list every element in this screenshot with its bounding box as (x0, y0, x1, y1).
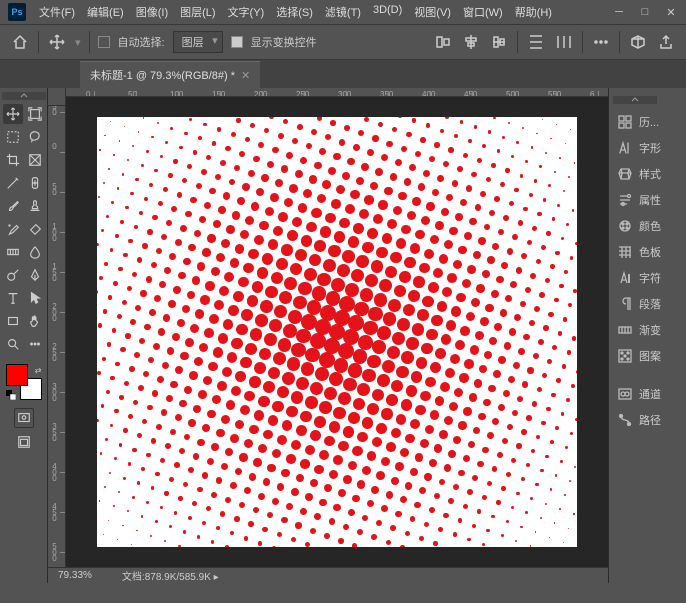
panel-glyphs[interactable]: 字形 (613, 136, 682, 160)
show-transform-checkbox[interactable] (231, 36, 243, 48)
menu-edit[interactable]: 编辑(E) (82, 1, 129, 23)
menu-filter[interactable]: 滤镜(T) (320, 1, 366, 23)
eraser-tool[interactable] (25, 219, 45, 239)
hand-tool[interactable] (25, 311, 45, 331)
align-icon-3[interactable] (489, 32, 509, 52)
artboard (97, 117, 577, 547)
menu-select[interactable]: 选择(S) (271, 1, 318, 23)
edit-toolbar[interactable] (25, 334, 45, 354)
pen-tool[interactable] (25, 265, 45, 285)
align-icon-1[interactable] (433, 32, 453, 52)
panel-properties[interactable]: 属性 (613, 188, 682, 212)
panel-paragraph[interactable]: 段落 (613, 292, 682, 316)
tab-close-icon[interactable]: ✕ (241, 69, 250, 82)
panel-gradients[interactable]: 渐变 (613, 318, 682, 342)
halftone-pattern (97, 117, 577, 547)
align-icon-2[interactable] (461, 32, 481, 52)
history-brush-tool[interactable] (3, 219, 23, 239)
eyedropper-tool[interactable] (3, 173, 23, 193)
canvas-area: 0501001502002503003504004505005506 50050… (48, 88, 608, 583)
move-tool-icon[interactable] (47, 32, 67, 52)
minimize-button[interactable]: ─ (612, 6, 626, 19)
doc-size[interactable]: 文档:878.9K/585.9K ▸ (122, 568, 219, 583)
panel-color[interactable]: 颜色 (613, 214, 682, 238)
window-controls: ─ □ ✕ (612, 6, 678, 19)
auto-select-checkbox[interactable] (98, 36, 110, 48)
screen-mode[interactable] (14, 408, 34, 428)
gradient-tool[interactable] (3, 242, 23, 262)
panel-swatches[interactable]: 色板 (613, 240, 682, 264)
panel-patterns[interactable]: 图案 (613, 344, 682, 368)
close-button[interactable]: ✕ (664, 6, 678, 19)
menu-image[interactable]: 图像(I) (131, 1, 173, 23)
document-tabs: 未标题-1 @ 79.3%(RGB/8#) * ✕ (0, 60, 686, 88)
change-screen-mode[interactable] (14, 432, 34, 452)
maximize-button[interactable]: □ (638, 6, 652, 19)
brush-tool[interactable] (3, 196, 23, 216)
auto-select-label: 自动选择: (118, 34, 165, 50)
artboard-tool[interactable] (25, 104, 45, 124)
crop-tool[interactable] (3, 150, 23, 170)
3d-mode-icon[interactable] (628, 32, 648, 52)
type-tool[interactable] (3, 288, 23, 308)
share-icon[interactable] (656, 32, 676, 52)
blur-tool[interactable] (25, 242, 45, 262)
title-bar: Ps 文件(F) 编辑(E) 图像(I) 图层(L) 文字(Y) 选择(S) 滤… (0, 0, 686, 24)
panel-history[interactable]: 历... (613, 110, 682, 134)
quick-mask-toggle (14, 408, 34, 428)
stamp-tool[interactable] (25, 196, 45, 216)
options-bar: ▾ 自动选择: 图层 显示变换控件 (0, 24, 686, 60)
toolbox: ⇄ (0, 88, 48, 583)
foreground-color[interactable] (6, 364, 28, 386)
menu-layer[interactable]: 图层(L) (175, 1, 220, 23)
document-tab[interactable]: 未标题-1 @ 79.3%(RGB/8#) * ✕ (80, 61, 260, 88)
path-select-tool[interactable] (25, 288, 45, 308)
viewport[interactable] (66, 97, 608, 567)
distribute-icon-1[interactable] (526, 32, 546, 52)
panel-dock: 历... 字形 样式 属性 颜色 色板 字符 段落 渐变 图案 通道 路径 (608, 88, 686, 583)
main-menu: 文件(F) 编辑(E) 图像(I) 图层(L) 文字(Y) 选择(S) 滤镜(T… (34, 1, 612, 23)
app-logo: Ps (8, 3, 26, 21)
color-swatches: ⇄ (6, 364, 42, 400)
menu-3d[interactable]: 3D(D) (368, 1, 407, 23)
more-options-icon[interactable] (591, 32, 611, 52)
menu-file[interactable]: 文件(F) (34, 1, 80, 23)
move-tool[interactable] (3, 104, 23, 124)
panel-character[interactable]: 字符 (613, 266, 682, 290)
vertical-ruler[interactable]: 50050100150200250300350400450500 (48, 97, 66, 567)
panel-paths[interactable]: 路径 (613, 408, 682, 432)
menu-window[interactable]: 窗口(W) (458, 1, 508, 23)
auto-select-target[interactable]: 图层 (173, 31, 223, 53)
menu-help[interactable]: 帮助(H) (510, 1, 557, 23)
healing-tool[interactable] (25, 173, 45, 193)
tab-title: 未标题-1 @ 79.3%(RGB/8#) * (90, 67, 235, 83)
zoom-level[interactable]: 79.33% (58, 570, 92, 581)
show-transform-label: 显示变换控件 (251, 34, 317, 50)
status-bar: 79.33% 文档:878.9K/585.9K ▸ (48, 567, 608, 583)
panel-channels[interactable]: 通道 (613, 382, 682, 406)
zoom-tool[interactable] (3, 334, 23, 354)
menu-type[interactable]: 文字(Y) (223, 1, 270, 23)
home-icon[interactable] (10, 32, 30, 52)
panel-collapse[interactable] (613, 96, 657, 104)
menu-view[interactable]: 视图(V) (409, 1, 456, 23)
rectangle-tool[interactable] (3, 311, 23, 331)
frame-tool[interactable] (25, 150, 45, 170)
ruler-origin[interactable] (48, 88, 66, 106)
marquee-tool[interactable] (3, 127, 23, 147)
default-colors-icon[interactable] (6, 390, 16, 400)
lasso-tool[interactable] (25, 127, 45, 147)
toolbox-collapse[interactable] (2, 92, 46, 100)
panel-styles[interactable]: 样式 (613, 162, 682, 186)
dodge-tool[interactable] (3, 265, 23, 285)
swap-colors-icon[interactable]: ⇄ (35, 366, 42, 375)
horizontal-ruler[interactable]: 0501001502002503003504004505005506 (66, 88, 608, 97)
distribute-icon-2[interactable] (554, 32, 574, 52)
